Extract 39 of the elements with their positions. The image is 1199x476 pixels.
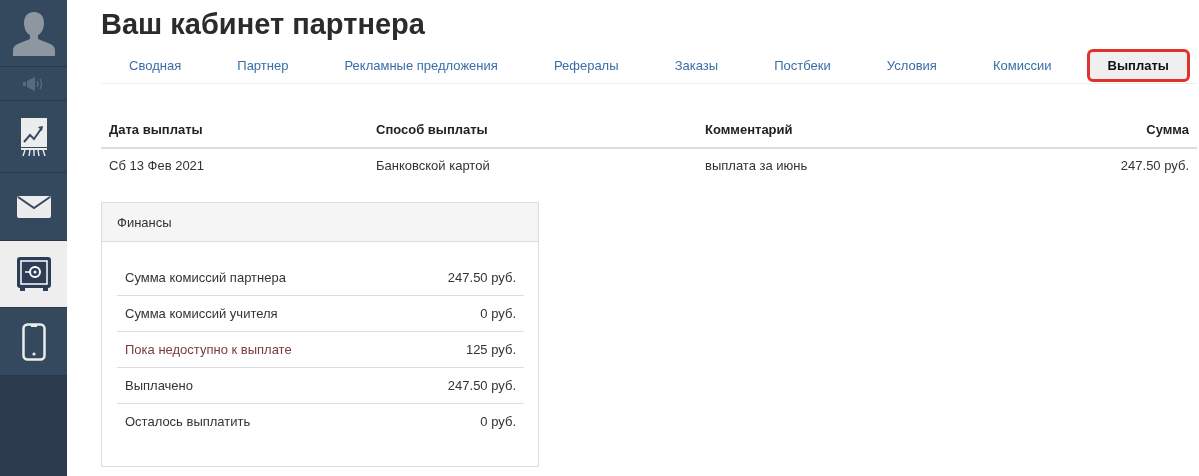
tab[interactable]: Условия bbox=[865, 48, 958, 82]
tab[interactable]: Рефералы bbox=[532, 48, 640, 82]
page-title: Ваш кабинет партнера bbox=[101, 8, 425, 41]
tab[interactable]: Партнер bbox=[216, 48, 310, 82]
card-title: Финансы bbox=[117, 214, 172, 230]
tab[interactable]: Постбеки bbox=[753, 48, 852, 82]
sidebar-item[interactable] bbox=[0, 173, 67, 241]
column-header: Сумма bbox=[1112, 112, 1197, 149]
finance-value: 0 руб. bbox=[480, 414, 516, 429]
finance-value: 247.50 руб. bbox=[447, 378, 516, 393]
mail-icon bbox=[16, 195, 51, 218]
tab[interactable]: Комиссии bbox=[971, 48, 1073, 82]
tab[interactable]: Выплаты bbox=[1086, 48, 1190, 82]
finance-label: Осталось выплатить bbox=[125, 414, 251, 429]
table-cell-text: 247.50 руб. bbox=[1119, 157, 1190, 175]
tab[interactable]: Сводная bbox=[108, 48, 203, 82]
sidebar-item[interactable] bbox=[0, 101, 67, 173]
finance-value: 0 руб. bbox=[480, 306, 516, 321]
finance-label: Выплачено bbox=[125, 378, 193, 393]
table-cell-text: Банковской картой bbox=[375, 157, 491, 175]
chart-board-icon bbox=[20, 117, 47, 156]
table-cell-text: Сб 13 Фев 2021 bbox=[108, 157, 206, 175]
table-cell-text: выплата за июнь bbox=[704, 157, 809, 175]
finance-label: Сумма комиссий партнера bbox=[125, 270, 286, 285]
column-header: Способ выплаты bbox=[368, 112, 697, 149]
tab[interactable]: Рекламные предложения bbox=[323, 48, 519, 82]
finance-value: 125 руб. bbox=[465, 342, 516, 357]
column-header: Комментарий bbox=[697, 112, 1113, 149]
finance-label: Пока недоступно к выплате bbox=[125, 342, 292, 357]
phone-icon bbox=[21, 322, 46, 361]
sidebar-item[interactable] bbox=[0, 241, 67, 308]
finance-value: 247.50 руб. bbox=[447, 270, 516, 285]
megaphone-icon bbox=[22, 76, 45, 91]
finance-label: Сумма комиссий учителя bbox=[125, 306, 278, 321]
user-avatar-icon bbox=[10, 10, 57, 56]
column-header: Дата выплаты bbox=[101, 112, 368, 149]
tab[interactable]: Заказы bbox=[653, 48, 740, 82]
sidebar-item[interactable] bbox=[0, 308, 67, 376]
safe-icon bbox=[16, 257, 51, 291]
